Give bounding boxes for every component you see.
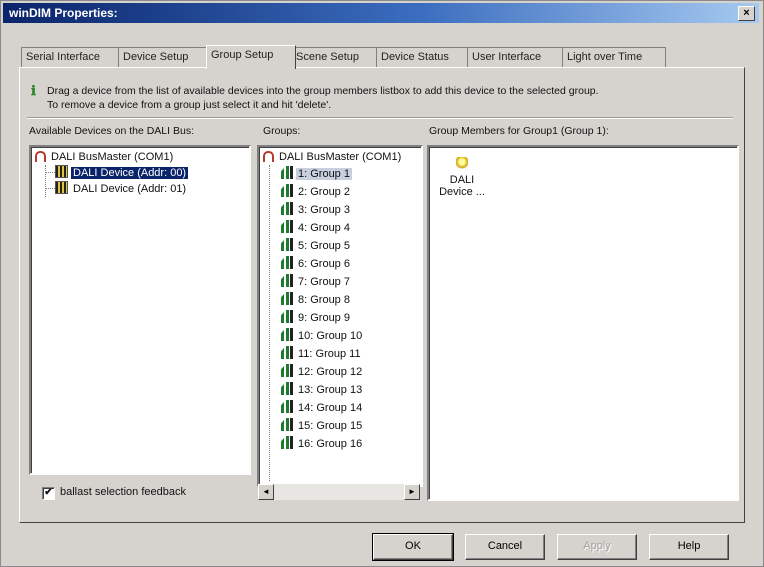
ballast-feedback-label: ballast selection feedback [60, 486, 186, 498]
member-device-item[interactable]: DALI Device ... [437, 157, 487, 198]
help-button[interactable]: Help [649, 534, 729, 560]
group-node[interactable]: 3: Group 3 [281, 202, 352, 218]
group-node[interactable]: 10: Group 10 [281, 328, 364, 344]
close-button[interactable]: × [738, 6, 755, 21]
tree-line [45, 172, 55, 173]
group-node[interactable]: 13: Group 13 [281, 382, 364, 398]
properties-window: winDIM Properties: × Serial Interface De… [0, 0, 764, 567]
group-icon [281, 328, 293, 341]
groups-root-label: DALI BusMaster (COM1) [279, 151, 402, 163]
group-node[interactable]: 7: Group 7 [281, 274, 352, 290]
group-label: 5: Group 5 [298, 240, 350, 252]
group-icon [281, 364, 293, 377]
group-icon [281, 400, 293, 413]
group-label: 3: Group 3 [298, 204, 350, 216]
group-icon [281, 184, 293, 197]
groups-tree[interactable]: DALI BusMaster (COM1) 1: Group 1 2: Grou… [257, 145, 423, 487]
tree-line [45, 188, 55, 189]
tab-serial-interface[interactable]: Serial Interface [21, 47, 123, 67]
group-icon [281, 292, 293, 305]
group-label: 2: Group 2 [298, 186, 350, 198]
title-bar: winDIM Properties: × [3, 3, 759, 23]
group-node[interactable]: 9: Group 9 [281, 310, 352, 326]
light-bulb-icon [456, 157, 468, 171]
groups-root-node[interactable]: DALI BusMaster (COM1) [263, 149, 403, 165]
bus-master-node[interactable]: DALI BusMaster (COM1) [35, 149, 175, 165]
bus-master-icon [263, 151, 274, 162]
info-text-line-2: To remove a device from a group just sel… [47, 99, 332, 111]
scroll-right-icon[interactable]: ► [404, 484, 420, 500]
window-title: winDIM Properties: [9, 6, 118, 20]
groups-horizontal-scrollbar[interactable]: ◄ ► [258, 484, 420, 500]
device-label: DALI Device (Addr: 00) [69, 166, 190, 180]
group-node[interactable]: 16: Group 16 [281, 436, 364, 452]
tab-user-interface[interactable]: User Interface [467, 47, 567, 67]
group-node[interactable]: 14: Group 14 [281, 400, 364, 416]
group-icon [281, 256, 293, 269]
group-icon [281, 382, 293, 395]
group-label: 6: Group 6 [298, 258, 350, 270]
dali-device-icon [55, 165, 68, 178]
group-label: 9: Group 9 [298, 312, 350, 324]
tab-device-status[interactable]: Device Status [376, 47, 472, 67]
group-label: 15: Group 15 [298, 420, 363, 432]
group-icon [281, 274, 293, 287]
group-label: 7: Group 7 [298, 276, 350, 288]
cancel-button[interactable]: Cancel [465, 534, 545, 560]
group-label: 14: Group 14 [298, 402, 363, 414]
bus-master-label: DALI BusMaster (COM1) [51, 151, 174, 163]
group-icon [281, 220, 293, 233]
available-devices-list[interactable]: DALI BusMaster (COM1) DALI Device (Addr:… [29, 145, 251, 475]
group-label: 16: Group 16 [298, 438, 363, 450]
tab-device-setup[interactable]: Device Setup [118, 47, 212, 67]
group-icon [281, 238, 293, 251]
group-icon [281, 346, 293, 359]
group-label: 10: Group 10 [298, 330, 363, 342]
group-node[interactable]: 6: Group 6 [281, 256, 352, 272]
group-node[interactable]: 12: Group 12 [281, 364, 364, 380]
group-members-list[interactable] [427, 145, 739, 501]
dali-device-icon [55, 181, 68, 194]
ballast-feedback-checkbox[interactable]: ✔ [42, 487, 55, 500]
ok-button[interactable]: OK [372, 533, 454, 561]
group-icon [281, 436, 293, 449]
scroll-left-icon[interactable]: ◄ [258, 484, 274, 500]
member-device-name: DALI [449, 174, 475, 186]
apply-button[interactable]: Apply [557, 534, 637, 560]
group-icon [281, 310, 293, 323]
group-node[interactable]: 15: Group 15 [281, 418, 364, 434]
device-node[interactable]: DALI Device (Addr: 00) [55, 165, 190, 181]
group-label: 8: Group 8 [298, 294, 350, 306]
tree-line [45, 165, 46, 197]
group-label: 12: Group 12 [298, 366, 363, 378]
available-devices-label: Available Devices on the DALI Bus: [29, 125, 194, 137]
group-members-label: Group Members for Group1 (Group 1): [429, 125, 609, 137]
tree-line [269, 165, 270, 481]
tab-scene-setup[interactable]: Scene Setup [291, 47, 381, 67]
device-label: DALI Device (Addr: 01) [73, 183, 187, 195]
bus-master-icon [35, 151, 46, 162]
group-node[interactable]: 4: Group 4 [281, 220, 352, 236]
groups-label: Groups: [263, 125, 301, 137]
tab-light-over-time[interactable]: Light over Time [562, 47, 666, 67]
group-icon [281, 166, 293, 179]
group-node[interactable]: 1: Group 1 [281, 166, 352, 182]
group-node[interactable]: 8: Group 8 [281, 292, 352, 308]
group-icon [281, 202, 293, 215]
group-label: 1: Group 1 [296, 168, 352, 180]
member-device-subname: Device ... [439, 186, 485, 198]
group-node[interactable]: 5: Group 5 [281, 238, 352, 254]
group-node[interactable]: 11: Group 11 [281, 346, 363, 362]
group-label: 11: Group 11 [298, 348, 361, 360]
group-node[interactable]: 2: Group 2 [281, 184, 352, 200]
info-icon: ℹ [31, 83, 36, 98]
group-label: 4: Group 4 [298, 222, 350, 234]
device-node[interactable]: DALI Device (Addr: 01) [55, 181, 188, 197]
group-label: 13: Group 13 [298, 384, 363, 396]
info-text-line-1: Drag a device from the list of available… [47, 85, 599, 97]
group-icon [281, 418, 293, 431]
tab-group-setup[interactable]: Group Setup [206, 45, 296, 69]
separator [27, 117, 733, 119]
